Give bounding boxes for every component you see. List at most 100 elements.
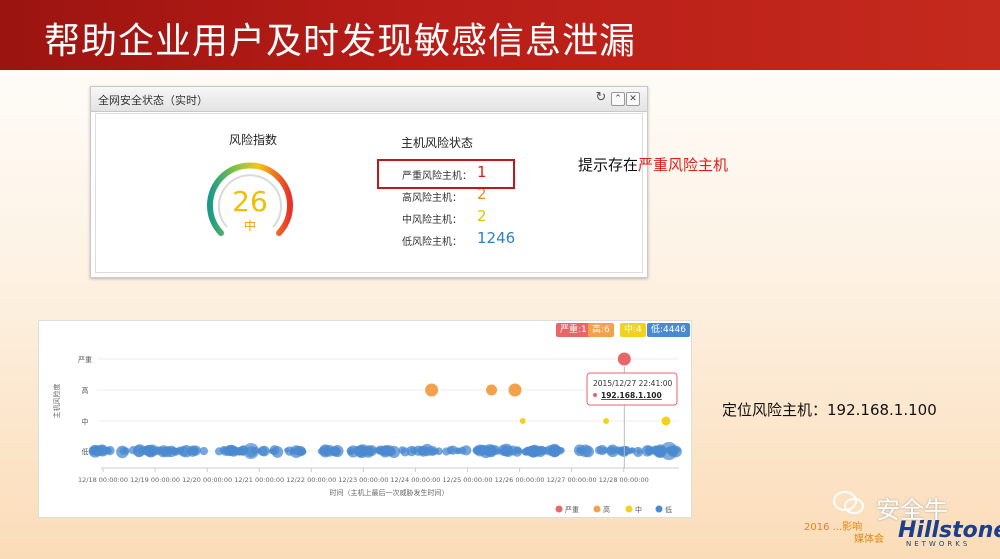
tooltip-time: 2015/12/27 22:41:00 (593, 379, 673, 388)
panel-body (95, 113, 643, 273)
y-tick-label: 高 (82, 386, 89, 395)
host-row-label-high: 高风险主机： (402, 193, 462, 204)
scatter-point (424, 382, 440, 398)
low-risk-point (626, 448, 633, 455)
low-risk-point (294, 447, 302, 454)
low-risk-point (243, 443, 259, 459)
low-risk-point (387, 445, 401, 459)
x-tick-label: 12/19 00:00:00 (130, 476, 180, 484)
legend-marker (625, 505, 633, 513)
x-tick-label: 12/28 00:00:00 (599, 476, 649, 484)
x-tick-label: 12/23 00:00:00 (338, 476, 388, 484)
low-risk-point (406, 445, 417, 457)
host-row-label-medium: 中风险主机： (402, 215, 462, 226)
low-risk-point (537, 446, 547, 455)
refresh-icon[interactable]: ↻ (595, 91, 607, 104)
security-status-panel: 全网安全状态（实时） ↻ ⌃ ✕ 风险指数 26 中 主机风险状态 严重风险主机… (90, 86, 648, 278)
tooltip-ip: 192.168.1.100 (601, 391, 662, 400)
low-risk-point (558, 447, 565, 454)
note-locate-host: 定位风险主机：192.168.1.100 (722, 401, 937, 419)
legend-marker (655, 505, 663, 513)
low-risk-point (366, 445, 378, 456)
low-risk-point (647, 448, 653, 454)
panel-header: 全网安全状态（实时） ↻ ⌃ ✕ (91, 87, 647, 112)
hillstone-logo-sub: NETWORKS (906, 540, 971, 548)
low-risk-point (582, 445, 594, 458)
low-risk-point (236, 447, 243, 455)
tooltip-marker (593, 393, 597, 397)
low-risk-point (660, 442, 678, 460)
low-risk-point (601, 446, 609, 454)
scatter-point (507, 382, 523, 398)
x-axis-label: 时间（主机上最后一次威胁发生时间） (330, 488, 449, 497)
y-axis-label: 主机风险度 (52, 384, 61, 419)
y-tick-label: 中 (82, 417, 89, 426)
risk-value: 26 (232, 185, 268, 218)
wechat-icon (833, 491, 864, 514)
scatter-point (518, 417, 527, 425)
slide-header: 帮助企业用户及时发现敏感信息泄漏 (0, 0, 1000, 70)
low-risk-point (257, 446, 268, 457)
low-risk-point (609, 446, 618, 455)
low-risk-point (636, 449, 642, 455)
tooltip-box (586, 372, 678, 406)
note-prefix: 提示存在 (578, 156, 639, 174)
x-tick-label: 12/22 00:00:00 (286, 476, 336, 484)
low-risk-point (421, 448, 429, 455)
x-tick-label: 12/25 00:00:00 (443, 476, 493, 484)
risk-scatter-panel: 严重:1 高:6 中:4 低:4446 低中高严重 主机风险度 12/18 00:0… (38, 320, 692, 518)
risk-index-label: 风险指数 (229, 133, 278, 147)
low-risk-point (105, 447, 112, 454)
low-risk-point (189, 446, 199, 456)
y-tick-label: 低 (82, 447, 89, 456)
risk-gauge: 26 中 (205, 155, 295, 245)
low-risk-point (485, 446, 497, 458)
scatter-chart[interactable]: 低中高严重主机风险度12/18 00:00:00 12/19 00:00:00 12… (39, 321, 691, 517)
host-row-value-medium[interactable]: 2 (477, 207, 487, 225)
panel-title: 全网安全状态（实时） (98, 94, 208, 107)
x-tick-label: 12/21 00:00:00 (234, 476, 284, 484)
highlight-box (377, 159, 515, 189)
legend-label: 中 (635, 505, 642, 514)
collapse-icon[interactable]: ⌃ (611, 92, 625, 106)
risk-level: 中 (243, 219, 256, 233)
x-tick-label: 12/20 00:00:00 (182, 476, 232, 484)
scatter-point (616, 351, 632, 367)
low-risk-point (513, 446, 522, 454)
low-risk-point (651, 446, 661, 455)
low-risk-point (271, 446, 284, 458)
note-highlight: 严重风险主机 (638, 156, 729, 174)
scatter-point (660, 415, 672, 427)
low-risk-point (454, 447, 462, 455)
host-status-title: 主机风险状态 (401, 136, 474, 150)
low-risk-point (162, 447, 169, 454)
legend-label: 严重 (565, 506, 579, 514)
low-risk-point (129, 446, 138, 455)
watermark-left-line2: 媒体会 (854, 534, 884, 545)
low-risk-point (502, 445, 514, 458)
scatter-point (485, 383, 499, 397)
legend-marker (593, 505, 601, 513)
low-risk-point (146, 444, 159, 457)
legend-label: 高 (603, 505, 610, 514)
close-icon[interactable]: ✕ (626, 92, 640, 106)
x-tick-label: 12/24 00:00:00 (390, 476, 440, 484)
low-risk-point (549, 447, 558, 455)
low-risk-point (226, 447, 234, 455)
low-risk-point (461, 445, 472, 456)
low-risk-point (323, 445, 336, 457)
host-row-label-low: 低风险主机： (402, 237, 462, 248)
y-tick-label: 严重 (78, 356, 92, 364)
legend-marker (555, 505, 563, 513)
scatter-point (602, 417, 611, 425)
note-critical-host: 提示存在严重风险主机 (578, 154, 728, 175)
slide-title: 帮助企业用户及时发现敏感信息泄漏 (44, 21, 637, 62)
legend-label: 低 (665, 505, 672, 514)
x-tick-label: 12/26 00:00:00 (495, 476, 545, 484)
low-risk-point (472, 445, 483, 455)
low-risk-point (122, 447, 130, 455)
x-tick-label: 12/27 00:00:00 (547, 476, 597, 484)
x-tick-label: 12/18 00:00:00 (78, 476, 128, 484)
host-row-value-low[interactable]: 1246 (477, 229, 515, 247)
low-risk-point (93, 446, 102, 456)
